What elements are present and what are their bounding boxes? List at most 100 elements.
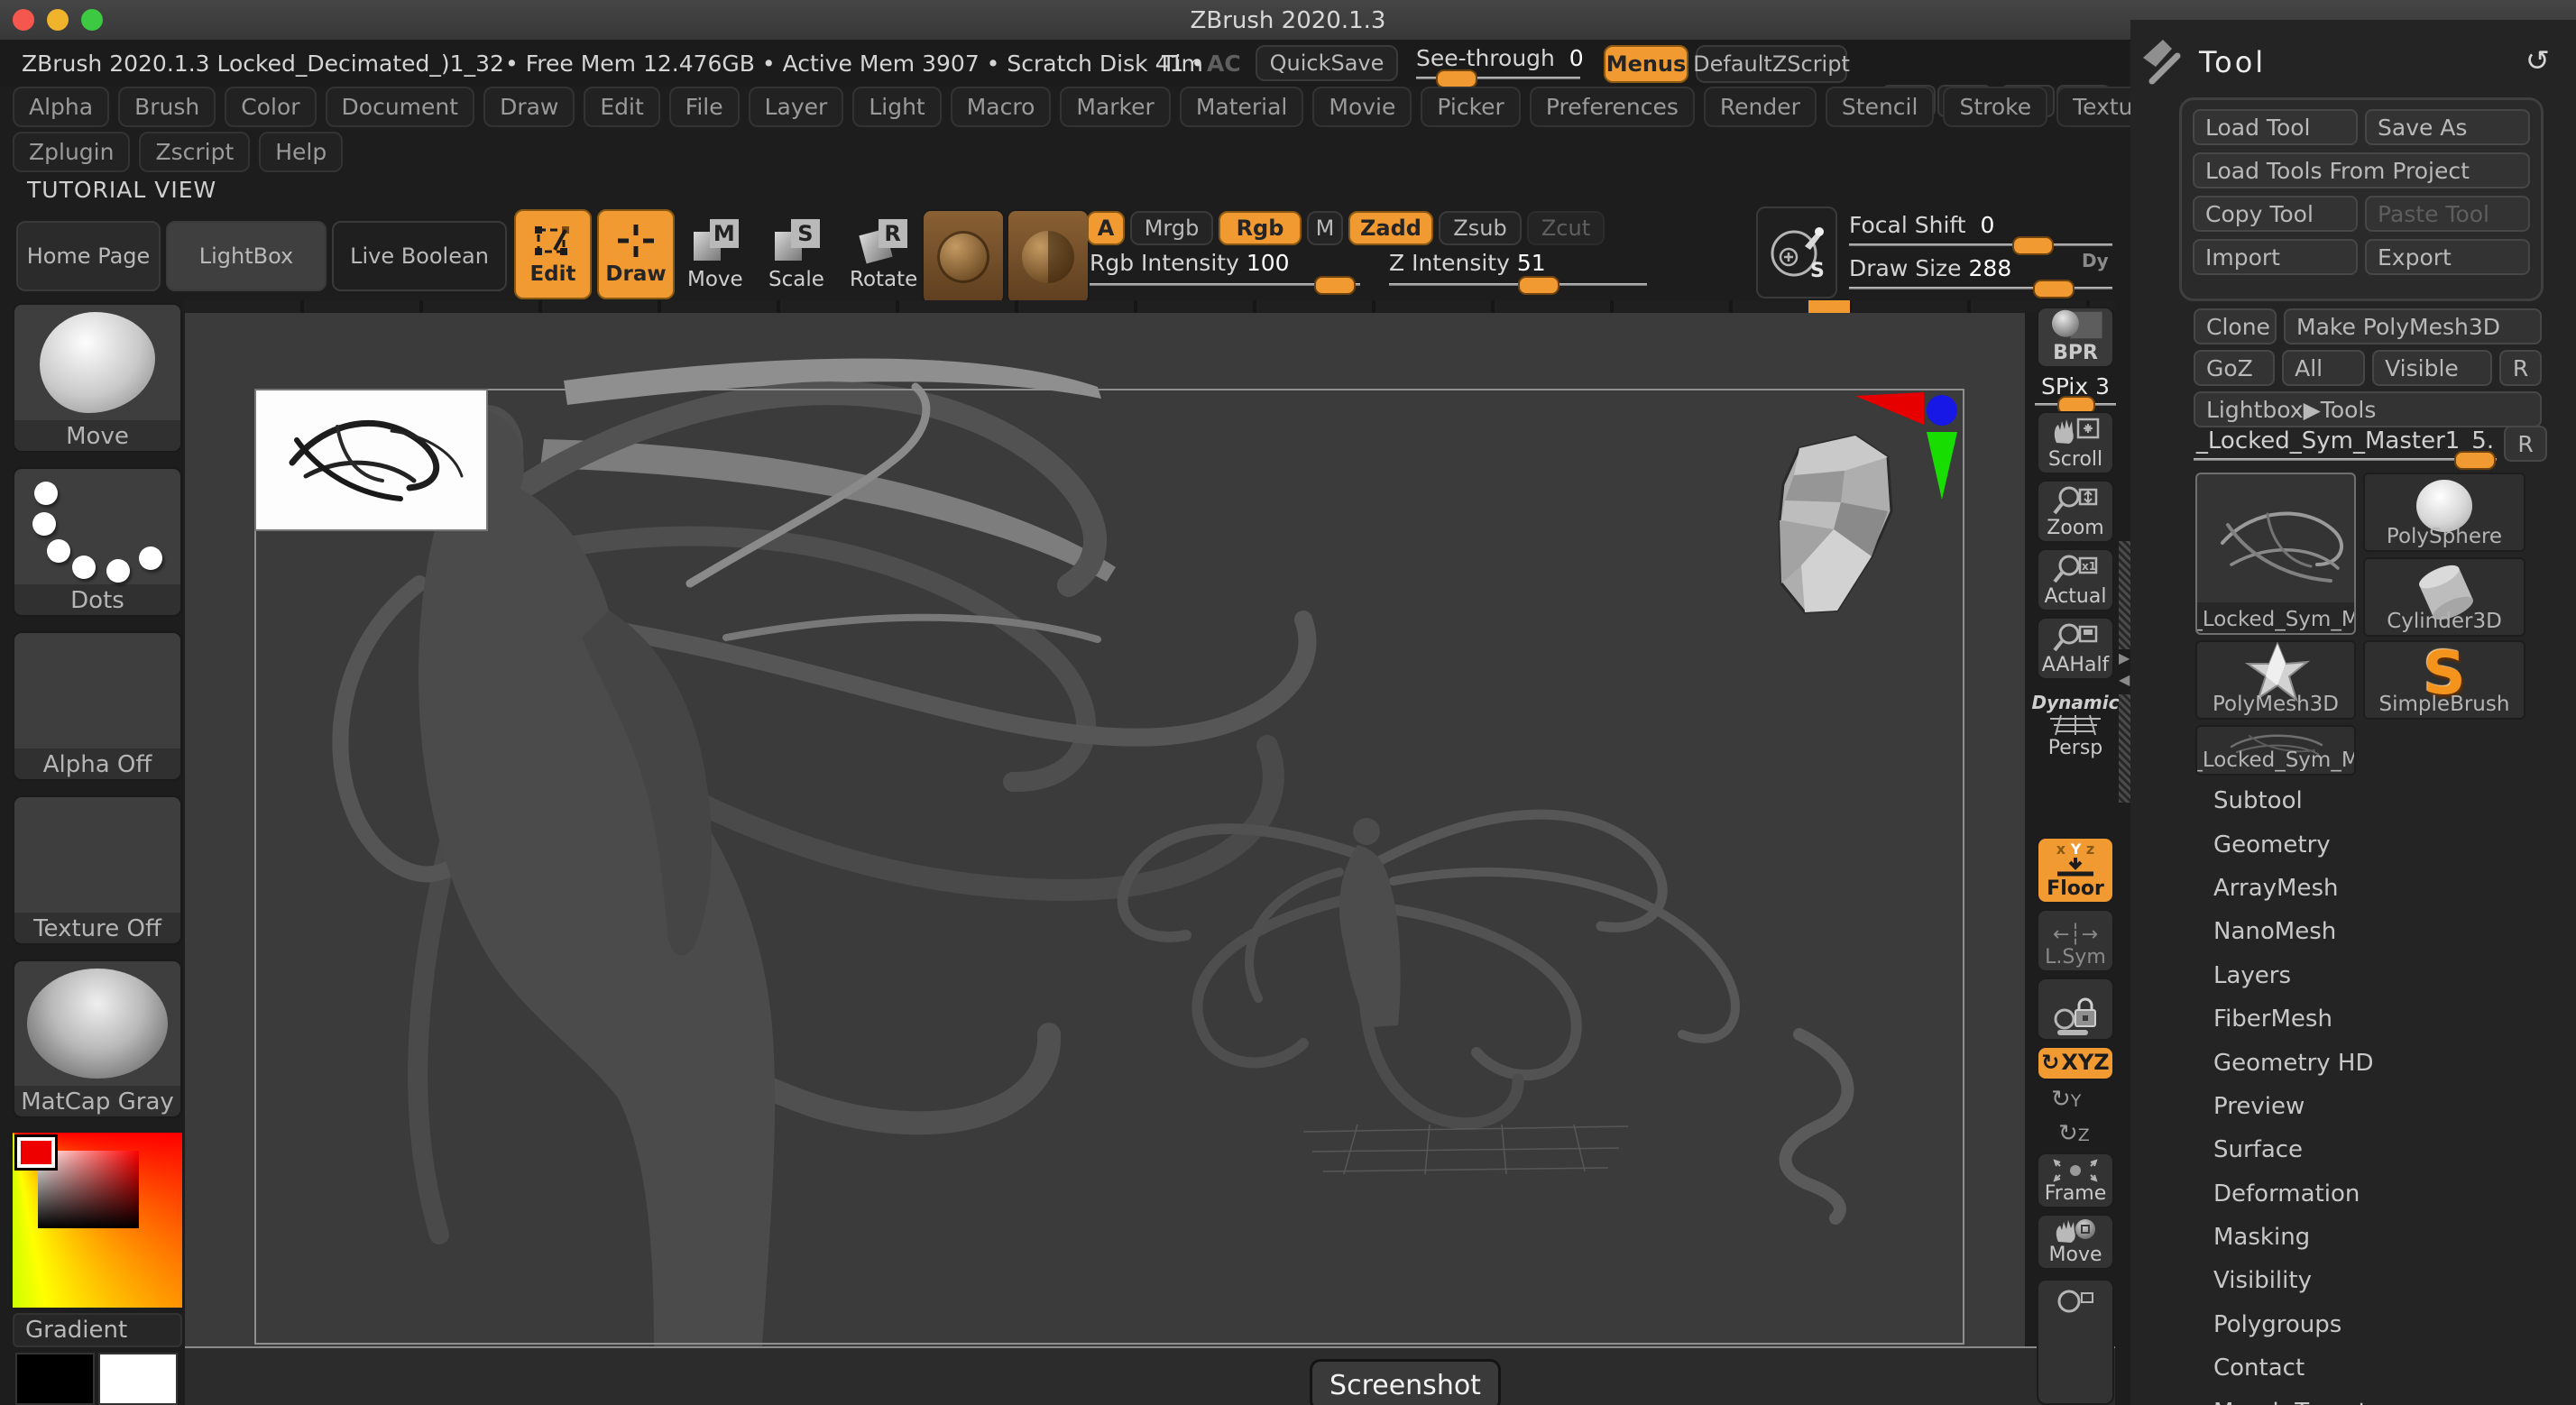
menu-item[interactable]: Zplugin — [13, 132, 130, 172]
z-intensity-handle[interactable] — [1518, 276, 1559, 295]
see-through-slider[interactable]: See-through 0 — [1416, 45, 1580, 79]
rgb-intensity-handle[interactable] — [1314, 276, 1356, 295]
mrgb-toggle-button[interactable]: Mrgb — [1130, 211, 1213, 245]
screenshot-button[interactable]: Screenshot — [1310, 1359, 1501, 1405]
menu-item[interactable]: Picker — [1421, 87, 1520, 127]
focal-shift-slider[interactable]: Focal Shift 0 — [1849, 212, 2112, 246]
floor-grid-button[interactable]: x Y z Floor — [2037, 837, 2114, 904]
goz-button[interactable]: GoZ — [2194, 350, 2275, 386]
quicksave-button[interactable]: QuickSave — [1256, 45, 1398, 81]
bpr-render-button[interactable]: BPR — [2037, 307, 2114, 368]
rotate-z-button[interactable]: ↻Z — [2058, 1120, 2090, 1147]
menu-item[interactable]: Preferences — [1530, 87, 1695, 127]
subpalette-item[interactable]: Masking — [2130, 1216, 2576, 1259]
active-tool-handle[interactable] — [2454, 451, 2496, 470]
local-symmetry-button[interactable]: ←┆→ L.Sym — [2037, 909, 2114, 972]
material-slot-button[interactable] — [922, 209, 1005, 305]
tool-thumb-simplebrush[interactable]: S SimpleBrush — [2363, 640, 2525, 720]
goz-visible-button[interactable]: Visible — [2372, 350, 2492, 386]
menu-item[interactable]: File — [669, 87, 740, 127]
goz-r-button[interactable]: R — [2499, 350, 2542, 386]
tool-thumb-locked-sym[interactable]: _Locked_Sym_M — [2195, 725, 2356, 776]
color-picker[interactable] — [13, 1133, 182, 1308]
lightbox-tools-button[interactable]: Lightbox▶Tools — [2194, 391, 2542, 427]
menu-item[interactable]: Stroke — [1943, 87, 2047, 127]
menu-item[interactable]: Document — [326, 87, 475, 127]
tool-r-button[interactable]: R — [2504, 426, 2547, 462]
m-toggle-button[interactable]: M — [1307, 211, 1343, 245]
reset-palette-icon[interactable]: ↺ — [2525, 43, 2550, 78]
menu-item[interactable]: Material — [1180, 87, 1304, 127]
default-zscript-button[interactable]: DefaultZScript — [1696, 45, 1847, 83]
live-boolean-button[interactable]: Live Boolean — [332, 221, 507, 291]
secondary-color-swatch[interactable] — [15, 1353, 95, 1405]
clone-button[interactable]: Clone — [2194, 308, 2277, 344]
subpalette-item[interactable]: Subtool — [2130, 779, 2576, 822]
copy-tool-button[interactable]: Copy Tool — [2193, 196, 2358, 232]
active-tool-slider[interactable]: _Locked_Sym_Master1_5. — [2194, 427, 2497, 461]
subpalette-item[interactable]: FiberMesh — [2130, 997, 2576, 1041]
menu-item[interactable]: Stencil — [1826, 87, 1935, 127]
subpalette-item[interactable]: Deformation — [2130, 1172, 2576, 1216]
goz-all-button[interactable]: All — [2282, 350, 2365, 386]
rotate-xyz-button[interactable]: ↻XYZ — [2037, 1046, 2114, 1080]
menu-item[interactable]: Marker — [1060, 87, 1170, 127]
current-material-button[interactable] — [1007, 209, 1090, 305]
make-polymesh3d-button[interactable]: Make PolyMesh3D — [2284, 308, 2542, 344]
subpalette-item[interactable]: NanoMesh — [2130, 910, 2576, 953]
move-canvas-button[interactable]: Move — [2037, 1214, 2114, 1270]
subpalette-item[interactable]: Surface — [2130, 1128, 2576, 1171]
lightbox-button[interactable]: LightBox — [166, 221, 327, 291]
aahalf-button[interactable]: AAHalf — [2037, 617, 2114, 680]
rgb-toggle-button[interactable]: Rgb — [1219, 211, 1302, 245]
home-page-button[interactable]: Home Page — [16, 221, 161, 291]
current-texture-button[interactable]: Texture Off — [13, 795, 182, 945]
rotate-gizmo-button[interactable]: R Rotate — [850, 219, 917, 291]
rotate-y-button[interactable]: ↻Y — [2051, 1086, 2081, 1113]
menu-item[interactable]: Movie — [1312, 87, 1412, 127]
tool-thumb-selected[interactable]: _Locked_Sym_M — [2195, 473, 2356, 635]
menu-item[interactable]: Zscript — [139, 132, 250, 172]
subpalette-item[interactable]: Geometry HD — [2130, 1041, 2576, 1084]
menu-item[interactable]: Color — [225, 87, 316, 127]
zsub-toggle-button[interactable]: Zsub — [1439, 211, 1522, 245]
spix-slider[interactable]: SPix 3 — [2035, 373, 2116, 406]
partial-bottom-button[interactable] — [2037, 1279, 2114, 1405]
menu-item[interactable]: Edit — [584, 87, 659, 127]
current-brush-button[interactable]: Move — [13, 303, 182, 453]
frame-mesh-button[interactable]: Frame — [2037, 1152, 2114, 1208]
current-alpha-button[interactable]: Alpha Off — [13, 631, 182, 781]
scroll-canvas-button[interactable]: Scroll — [2037, 411, 2114, 474]
focal-shift-handle[interactable] — [2012, 236, 2054, 255]
rgb-intensity-slider[interactable]: Rgb Intensity 100 — [1090, 250, 1360, 286]
subpalette-item[interactable]: Contact — [2130, 1346, 2576, 1390]
export-button[interactable]: Export — [2365, 239, 2530, 275]
draw-size-slider[interactable]: Draw Size 288 — [1849, 255, 2112, 289]
subpalette-item[interactable]: Visibility — [2130, 1259, 2576, 1302]
a-toggle-button[interactable]: A — [1087, 211, 1125, 245]
active-color-swatch[interactable] — [17, 1137, 55, 1168]
save-as-button[interactable]: Save As — [2365, 109, 2530, 145]
import-button[interactable]: Import — [2193, 239, 2358, 275]
dynamic-mode-label[interactable]: Dy — [2082, 250, 2109, 271]
see-through-handle[interactable] — [1436, 69, 1477, 88]
divider-open-icon[interactable]: ▶ — [2119, 649, 2130, 666]
primary-color-swatch[interactable] — [98, 1353, 178, 1405]
menu-item[interactable]: Alpha — [13, 87, 109, 127]
stroke-smooth-button[interactable]: S — [1756, 207, 1837, 298]
subpalette-item[interactable]: Preview — [2130, 1085, 2576, 1128]
paste-tool-button[interactable]: Paste Tool — [2365, 196, 2530, 232]
z-intensity-slider[interactable]: Z Intensity 51 — [1389, 250, 1647, 286]
menus-toggle-button[interactable]: Menus — [1604, 45, 1688, 83]
menu-item[interactable]: Help — [259, 132, 343, 172]
dynamic-persp-button[interactable]: Dynamic Persp — [2037, 687, 2114, 763]
camera-head-gizmo[interactable] — [1754, 385, 1971, 629]
edit-mode-button[interactable]: Edit — [514, 209, 592, 299]
move-gizmo-button[interactable]: M Move — [687, 219, 743, 291]
sculpt-viewport[interactable] — [185, 313, 2025, 1346]
menu-item[interactable]: Render — [1704, 87, 1817, 127]
subpalette-item[interactable]: Morph Target — [2130, 1390, 2576, 1405]
draw-size-handle[interactable] — [2033, 280, 2075, 298]
menu-item[interactable]: Draw — [483, 87, 575, 127]
zcut-toggle-button[interactable]: Zcut — [1527, 211, 1605, 245]
